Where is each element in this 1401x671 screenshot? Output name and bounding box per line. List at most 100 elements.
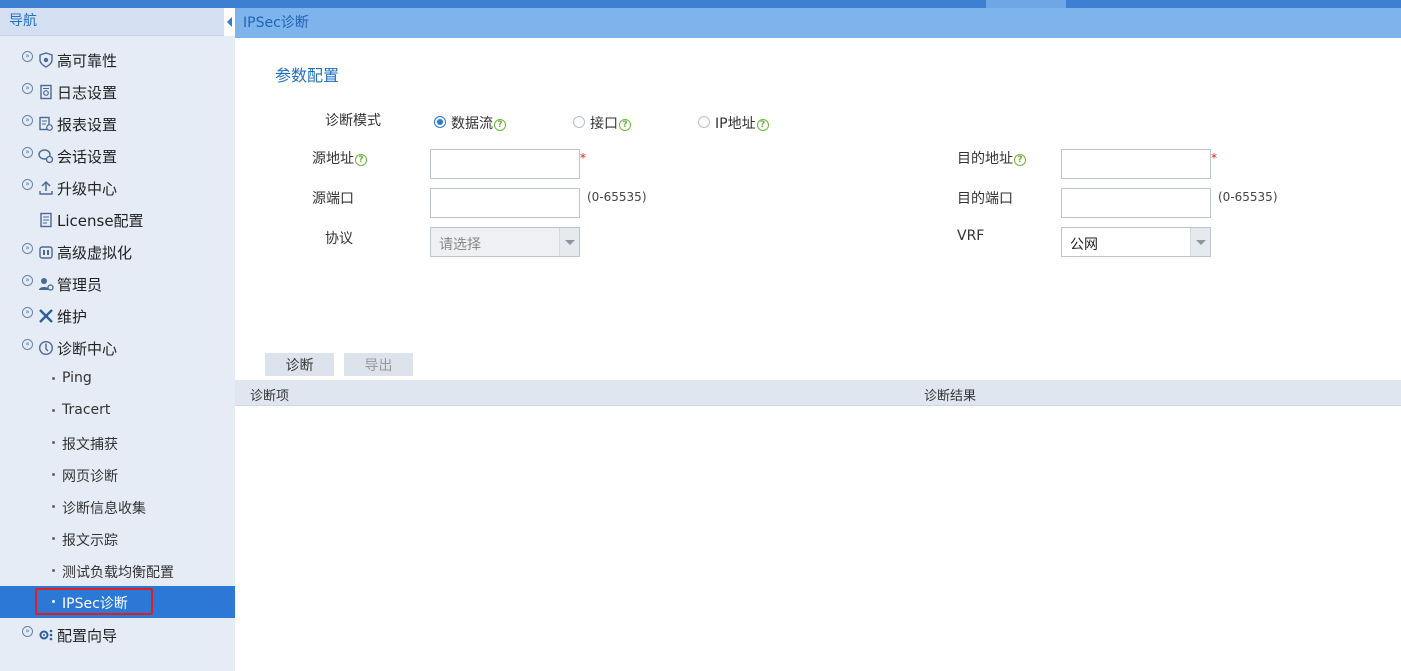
help-icon[interactable]: ? bbox=[1014, 154, 1026, 166]
dst-addr-input[interactable] bbox=[1061, 149, 1211, 179]
log-icon bbox=[40, 84, 52, 100]
expand-icon[interactable]: » bbox=[22, 147, 33, 158]
mode-label-ip-address: IP地址? bbox=[715, 113, 769, 133]
bullet bbox=[52, 441, 55, 444]
sidebar-item-high-availability[interactable]: » 高可靠性 bbox=[0, 44, 235, 76]
collapse-sidebar-button[interactable] bbox=[224, 8, 235, 36]
sidebar-item-upgrade-center[interactable]: » 升级中心 bbox=[0, 172, 235, 204]
sidebar-item-config-wizard[interactable]: » 配置向导 bbox=[0, 619, 235, 651]
column-header-item[interactable]: 诊断项 bbox=[250, 385, 289, 404]
sidebar-subitem-web-diagnosis[interactable]: 网页诊断 bbox=[0, 459, 235, 491]
breadcrumb: IPSec诊断 bbox=[235, 8, 1401, 38]
session-icon bbox=[38, 149, 54, 164]
bullet bbox=[52, 569, 55, 572]
main-content: IPSec诊断 参数配置 诊断模式 数据流? 接口? IP地址? 源地址? * … bbox=[235, 8, 1401, 671]
src-addr-label: 源地址 bbox=[312, 151, 354, 167]
mode-radio-dataflow[interactable] bbox=[434, 116, 446, 128]
dst-port-label: 目的端口 bbox=[957, 191, 1013, 207]
dst-port-input[interactable] bbox=[1061, 188, 1211, 218]
src-port-input[interactable] bbox=[430, 188, 580, 218]
virtualization-icon bbox=[39, 246, 53, 259]
expand-icon[interactable]: » bbox=[22, 83, 33, 94]
sidebar-subitem-ipsec-diagnosis[interactable]: IPSec诊断 bbox=[0, 586, 235, 618]
vrf-label: VRF bbox=[957, 228, 985, 244]
sidebar-item-maintenance[interactable]: » 维护 bbox=[0, 300, 235, 332]
bullet bbox=[52, 473, 55, 476]
src-addr-input[interactable] bbox=[430, 149, 580, 179]
results-table-header: 诊断项 诊断结果 bbox=[235, 380, 1401, 406]
shield-icon bbox=[39, 52, 53, 68]
sidebar-item-label: 管理员 bbox=[57, 276, 103, 294]
top-bar bbox=[0, 0, 1401, 8]
license-icon bbox=[40, 212, 52, 228]
dst-addr-label-wrap: 目的地址? bbox=[957, 148, 1026, 168]
sidebar-item-license[interactable]: License配置 bbox=[0, 204, 235, 236]
mode-text: IP地址 bbox=[715, 116, 756, 132]
sidebar-item-label: 高级虚拟化 bbox=[57, 244, 133, 262]
subitem-label: Ping bbox=[62, 370, 92, 386]
sidebar-item-report-settings[interactable]: » 报表设置 bbox=[0, 108, 235, 140]
expand-icon[interactable]: » bbox=[22, 243, 33, 254]
tools-icon bbox=[39, 309, 53, 323]
bullet bbox=[52, 505, 55, 508]
subitem-label: 报文捕获 bbox=[62, 437, 118, 453]
dst-addr-label: 目的地址 bbox=[957, 151, 1013, 167]
diagnose-button[interactable]: 诊断 bbox=[265, 353, 334, 376]
section-title: 参数配置 bbox=[275, 66, 340, 85]
sidebar-subitem-ping[interactable]: Ping bbox=[0, 363, 235, 395]
mode-label: 诊断模式 bbox=[325, 113, 381, 129]
expand-icon[interactable]: » bbox=[22, 179, 33, 190]
sidebar-item-label: 报表设置 bbox=[57, 116, 118, 134]
dst-port-range: (0-65535) bbox=[1218, 190, 1278, 204]
help-icon[interactable]: ? bbox=[619, 119, 631, 131]
collapse-icon[interactable]: « bbox=[22, 339, 33, 350]
mode-text: 数据流 bbox=[451, 116, 493, 132]
sidebar-item-administrator[interactable]: » 管理员 bbox=[0, 268, 235, 300]
bullet bbox=[52, 537, 55, 540]
protocol-select[interactable]: 请选择 bbox=[430, 227, 580, 257]
wizard-icon bbox=[39, 629, 53, 641]
chevron-down-icon[interactable] bbox=[1190, 228, 1210, 256]
mode-radio-interface[interactable] bbox=[573, 116, 585, 128]
expand-icon[interactable]: » bbox=[22, 307, 33, 318]
vrf-value: 公网 bbox=[1070, 237, 1098, 253]
sidebar-subitem-packet-trace[interactable]: 报文示踪 bbox=[0, 523, 235, 555]
upload-icon bbox=[39, 180, 53, 195]
sidebar-subitem-tracert[interactable]: Tracert bbox=[0, 395, 235, 427]
help-icon[interactable]: ? bbox=[756, 119, 769, 131]
export-button[interactable]: 导出 bbox=[344, 353, 413, 376]
vrf-select[interactable]: 公网 bbox=[1061, 227, 1211, 257]
help-icon[interactable]: ? bbox=[355, 154, 367, 166]
src-port-label: 源端口 bbox=[312, 191, 354, 207]
subitem-label: Tracert bbox=[62, 402, 111, 418]
bullet bbox=[52, 409, 55, 412]
help-icon[interactable]: ? bbox=[494, 119, 506, 131]
expand-icon[interactable]: » bbox=[22, 626, 33, 637]
admin-icon bbox=[39, 278, 54, 291]
column-header-result[interactable]: 诊断结果 bbox=[924, 385, 976, 404]
src-port-range: (0-65535) bbox=[587, 190, 647, 204]
sidebar-subitem-load-balance-test[interactable]: 测试负载均衡配置 bbox=[0, 555, 235, 587]
nav-header: 导航 bbox=[0, 8, 235, 36]
required-mark: * bbox=[580, 151, 586, 165]
sidebar-item-log-settings[interactable]: » 日志设置 bbox=[0, 76, 235, 108]
sidebar-item-label: 维护 bbox=[57, 308, 88, 326]
mode-radio-ip-address[interactable] bbox=[698, 116, 710, 128]
top-tab-highlight[interactable] bbox=[986, 0, 1066, 8]
expand-icon[interactable]: » bbox=[22, 275, 33, 286]
mode-text: 接口 bbox=[590, 116, 618, 132]
expand-icon[interactable]: » bbox=[22, 115, 33, 126]
subitem-label: 报文示踪 bbox=[62, 533, 118, 549]
sidebar-item-session-settings[interactable]: » 会话设置 bbox=[0, 140, 235, 172]
sidebar-item-label: 升级中心 bbox=[57, 180, 118, 198]
chevron-down-icon[interactable] bbox=[559, 228, 579, 256]
sidebar-subitem-diagnostic-info-collection[interactable]: 诊断信息收集 bbox=[0, 491, 235, 523]
src-addr-label-wrap: 源地址? bbox=[312, 148, 367, 168]
subitem-label: 测试负载均衡配置 bbox=[62, 565, 174, 581]
sidebar-item-advanced-virtualization[interactable]: » 高级虚拟化 bbox=[0, 236, 235, 268]
sidebar-item-diagnosis-center[interactable]: « 诊断中心 bbox=[0, 332, 235, 364]
sidebar-subitem-packet-capture[interactable]: 报文捕获 bbox=[0, 427, 235, 459]
protocol-value: 请选择 bbox=[439, 237, 481, 253]
sidebar-item-label: 高可靠性 bbox=[57, 52, 118, 70]
expand-icon[interactable]: » bbox=[22, 51, 33, 62]
